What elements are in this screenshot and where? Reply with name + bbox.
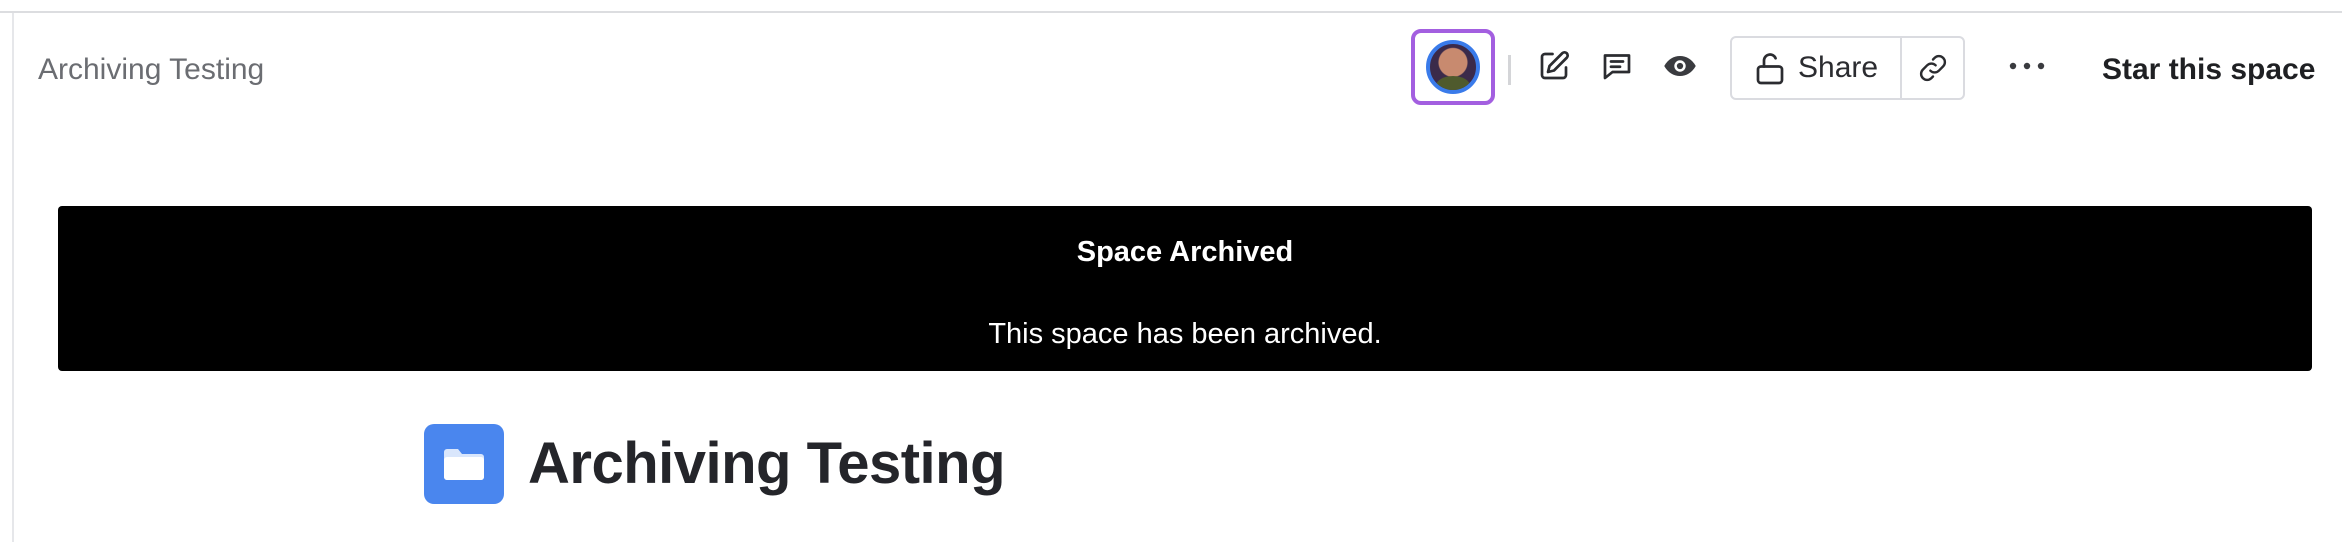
eye-icon xyxy=(1664,55,1696,77)
more-horizontal-icon xyxy=(2009,62,2045,70)
link-icon xyxy=(1919,54,1946,82)
unlock-icon xyxy=(1756,53,1784,85)
share-group: Share xyxy=(1730,36,1965,100)
copy-link-button[interactable] xyxy=(1902,38,1963,98)
avatar-button[interactable] xyxy=(1411,29,1495,105)
edit-button[interactable] xyxy=(1531,43,1577,89)
more-options-button[interactable] xyxy=(2004,43,2050,89)
comment-icon xyxy=(1603,54,1631,80)
comments-button[interactable] xyxy=(1594,43,1640,89)
breadcrumb[interactable]: Archiving Testing xyxy=(38,13,264,127)
top-divider xyxy=(0,0,2342,13)
toolbar-divider xyxy=(1508,55,1511,85)
folder-icon xyxy=(444,449,484,480)
user-avatar xyxy=(1426,40,1480,94)
space-page: Archiving Testing Share Star this space … xyxy=(0,0,2342,542)
space-icon xyxy=(424,424,504,504)
watch-button[interactable] xyxy=(1657,43,1703,89)
share-button[interactable]: Share xyxy=(1732,38,1902,98)
pencil-edit-icon xyxy=(1540,50,1570,80)
star-space-button[interactable]: Star this space xyxy=(2102,13,2315,127)
space-header: Archiving Testing Share Star this space xyxy=(14,13,2342,127)
banner-message: This space has been archived. xyxy=(988,318,1382,350)
share-label: Share xyxy=(1798,51,1879,84)
archived-banner: Space Archived This space has been archi… xyxy=(58,206,2312,371)
page-title: Archiving Testing xyxy=(528,431,1006,496)
banner-title: Space Archived xyxy=(1076,236,1294,268)
